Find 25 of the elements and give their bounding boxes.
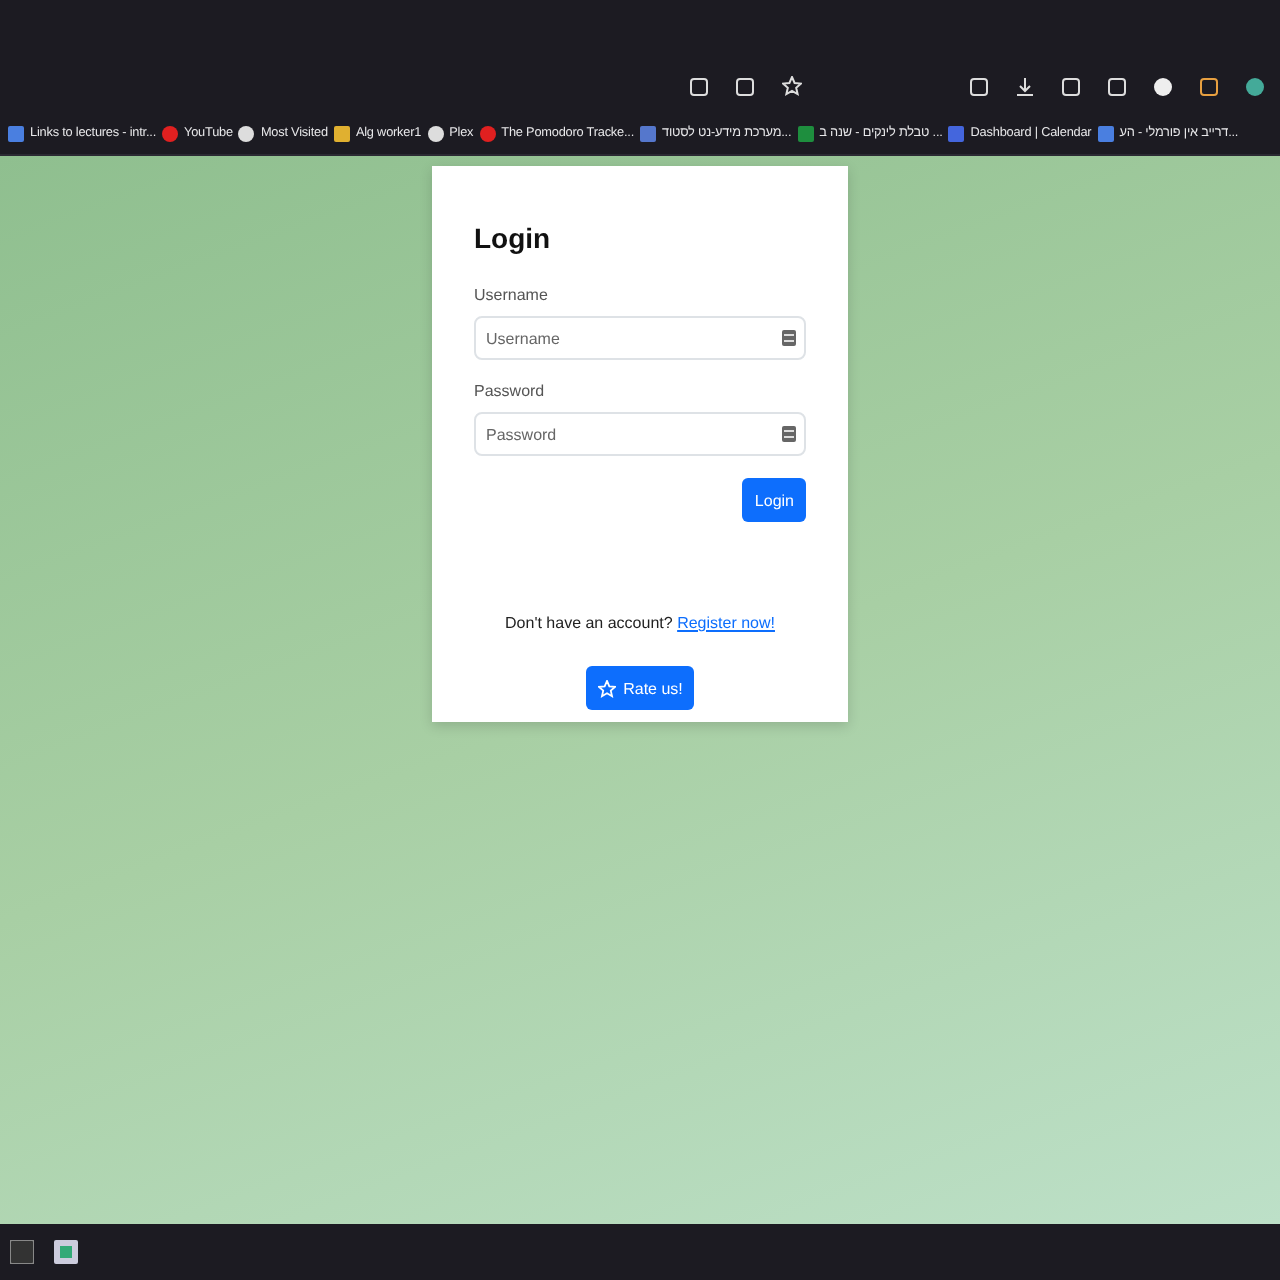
bookmark-icon [479, 125, 496, 141]
star-icon[interactable] [782, 76, 802, 96]
star-icon [597, 679, 616, 697]
input-field[interactable]: Username [474, 316, 806, 360]
input-field[interactable]: Password [474, 412, 806, 456]
bookmark-icon [948, 125, 965, 141]
bookmark-icon [427, 125, 444, 141]
login-button[interactable]: Login [742, 478, 806, 522]
register-prompt: Don't have an account? Register now! [503, 614, 777, 632]
field-label: Password [474, 382, 547, 400]
key-icon [782, 330, 796, 346]
bookmark-icon [1097, 125, 1114, 141]
bookmark-icon [162, 125, 179, 141]
field-label: Username [474, 286, 550, 304]
key-icon [782, 426, 796, 442]
bookmark-icon [333, 125, 350, 141]
login-title: Login [474, 222, 553, 254]
bookmark-icon [8, 125, 24, 141]
bookmark-icon [797, 125, 814, 141]
bookmark-icon [238, 125, 255, 141]
download-icon[interactable] [1016, 77, 1034, 95]
bookmark-icon [640, 125, 656, 141]
rate-button[interactable]: Rate us! [585, 666, 695, 710]
terminal-icon[interactable] [10, 1240, 34, 1264]
register-link[interactable]: Register now! [677, 614, 775, 632]
